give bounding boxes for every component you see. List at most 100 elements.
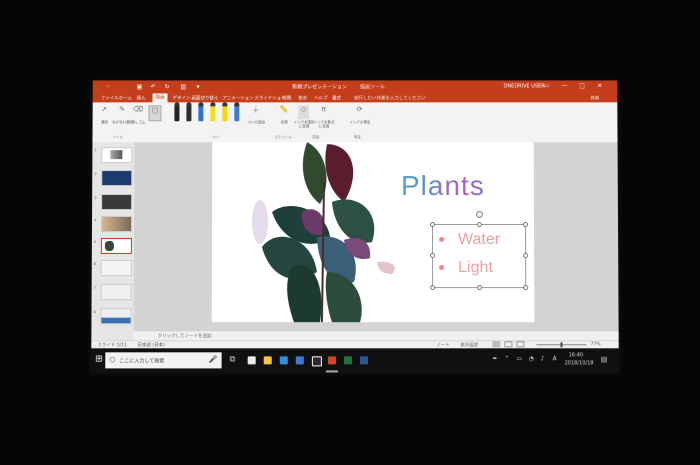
active-app-indicator (325, 370, 338, 373)
tab-draw[interactable]: 描画 (152, 93, 168, 103)
slide-thumbnail[interactable] (101, 147, 133, 164)
bullet-textbox[interactable]: Water Light (429, 211, 529, 291)
share-button[interactable]: 共有 (590, 95, 599, 101)
zoom-slider-thumb[interactable] (560, 342, 563, 348)
tab-format[interactable]: 書式 (332, 95, 341, 101)
minimize-icon[interactable]: — (561, 82, 567, 89)
windows-start-icon[interactable]: ⊞ (95, 354, 103, 364)
pen-workspace-icon[interactable]: ✒ (492, 355, 497, 362)
clock-date[interactable]: 2018/10/18 (565, 360, 594, 366)
resize-handle[interactable] (477, 285, 483, 291)
close-icon[interactable]: ✕ (597, 82, 602, 89)
pen-black[interactable] (174, 105, 180, 122)
store-icon[interactable] (247, 356, 256, 365)
group-label-tools: ツール (112, 135, 123, 140)
resize-handle[interactable] (430, 285, 436, 291)
resize-handle[interactable] (523, 253, 529, 259)
battery-icon[interactable]: ▭ (516, 355, 522, 362)
save-icon[interactable]: ▣ (137, 83, 143, 90)
tab-review[interactable]: 校閲 (282, 95, 291, 101)
highlighter-yellow[interactable] (210, 105, 216, 122)
windows-taskbar: ⊞ ○ ここに入力して検索 🎤 ⧉ ✒ ⌃ ▭ ◔ ♪ A 16:40 2018… (91, 348, 619, 373)
edge-icon[interactable] (279, 356, 288, 365)
tablet-icon[interactable] (311, 356, 322, 367)
slide-thumbnail[interactable] (101, 170, 133, 187)
slide-thumbnail[interactable] (100, 216, 133, 232)
bullet-item[interactable]: Light (439, 259, 493, 277)
clock-time[interactable]: 16:40 (569, 352, 583, 358)
bullet-dot-icon (439, 265, 445, 271)
tab-transitions[interactable]: 画面切り替え (191, 95, 218, 101)
wifi-icon[interactable]: ◔ (528, 355, 533, 362)
volume-icon[interactable]: ♪ (541, 355, 545, 362)
autosave-toggle[interactable]: ◦ (107, 83, 111, 90)
ruler-icon[interactable]: 📏 (278, 105, 289, 119)
eraser-icon[interactable]: ⌫ (133, 105, 144, 119)
resize-handle[interactable] (430, 253, 436, 259)
lasso-icon[interactable]: ✎ (117, 105, 128, 119)
ink-to-shape-icon[interactable]: ◇ (298, 105, 310, 120)
pointer-icon[interactable]: ➚ (99, 105, 110, 119)
slide-thumbnail-selected[interactable] (100, 238, 132, 255)
tab-design[interactable]: デザイン (172, 95, 190, 101)
ink-replay-icon[interactable]: ⟳ (354, 105, 365, 119)
file-explorer-icon[interactable] (263, 356, 272, 365)
tab-slideshow[interactable]: スライドショー (254, 95, 285, 101)
selected-tool-icon[interactable]: ▢ (148, 105, 162, 122)
redo-icon[interactable]: ↻ (165, 83, 170, 90)
pen-dark[interactable] (186, 105, 192, 122)
thumbnail-number: 6 (93, 262, 97, 267)
tell-me-search[interactable]: 実行したい作業を入力してください (354, 95, 426, 101)
add-pen-icon[interactable]: ＋ (250, 105, 261, 119)
microphone-icon[interactable]: 🎤 (209, 355, 218, 363)
powerpoint-taskbar-icon[interactable] (327, 356, 336, 365)
thumbnail-number: 4 (94, 218, 97, 223)
rotate-handle[interactable] (475, 211, 483, 219)
user-name[interactable]: ONEDRIVE USER (504, 83, 545, 89)
resize-handle[interactable] (476, 222, 483, 227)
normal-view-icon[interactable] (492, 341, 501, 348)
ink-to-math-icon[interactable]: π (318, 105, 329, 119)
pen-light-blue[interactable] (234, 105, 240, 122)
thumbnail-number: 7 (93, 286, 96, 291)
tab-view[interactable]: 表示 (298, 95, 307, 101)
settings-icon[interactable] (295, 356, 304, 365)
zoom-level[interactable]: 77% (591, 342, 601, 347)
sorter-view-icon[interactable] (504, 341, 513, 348)
reading-view-icon[interactable] (516, 341, 525, 348)
slide-thumbnail[interactable] (101, 194, 133, 211)
resize-handle[interactable] (429, 222, 436, 227)
word-icon[interactable] (360, 356, 369, 365)
tray-chevron-icon[interactable]: ⌃ (504, 355, 509, 362)
slide-thumbnail[interactable] (100, 308, 132, 325)
bullet-item[interactable]: Water (439, 231, 500, 249)
document-title: 新規プレゼンテーション (292, 84, 347, 91)
highlighter-gold[interactable] (222, 105, 228, 122)
task-view-icon[interactable]: ⧉ (230, 354, 236, 364)
pen-blue[interactable] (198, 105, 204, 122)
slide-canvas[interactable]: Plants Water Light (211, 142, 535, 323)
plant-image[interactable] (232, 142, 402, 322)
title-bar: ◦ ▣ ↶ ↻ ▤ ▾ 新規プレゼンテーション 描画ツール ONEDRIVE U… (92, 80, 618, 94)
tab-insert[interactable]: 挿入 (137, 95, 146, 101)
tab-help[interactable]: ヘルプ (314, 95, 327, 101)
slide-thumbnail[interactable] (100, 260, 132, 277)
ribbon-display-icon[interactable]: ▭ (543, 82, 549, 89)
slide-thumbnail[interactable] (100, 284, 132, 301)
taskbar-search-box[interactable]: ○ ここに入力して検索 🎤 (105, 352, 222, 369)
maximize-icon[interactable]: □ (579, 82, 585, 89)
resize-handle[interactable] (522, 222, 529, 227)
ink-to-math-label: インクを数式に変換 (313, 120, 335, 129)
customize-qat-icon[interactable]: ▾ (196, 83, 199, 90)
resize-handle[interactable] (523, 285, 529, 291)
excel-icon[interactable] (343, 356, 352, 365)
group-label-stencils: ステンシル (274, 135, 292, 140)
slide-title[interactable]: Plants (401, 170, 485, 202)
ime-indicator-icon[interactable]: A (553, 355, 557, 362)
slideshow-quick-icon[interactable]: ▤ (181, 83, 187, 90)
action-center-icon[interactable]: ▤ (601, 355, 608, 363)
tab-file[interactable]: ファイル (101, 95, 119, 101)
tab-home[interactable]: ホーム (119, 95, 132, 101)
tab-animations[interactable]: アニメーション (222, 95, 253, 101)
undo-icon[interactable]: ↶ (151, 83, 156, 90)
